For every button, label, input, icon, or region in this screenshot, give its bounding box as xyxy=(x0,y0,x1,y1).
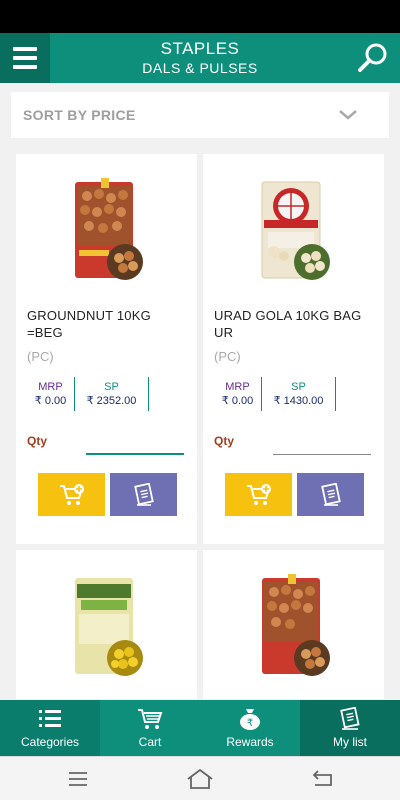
recent-apps-icon[interactable] xyxy=(63,767,93,791)
product-card[interactable] xyxy=(16,550,197,699)
mrp-label: MRP xyxy=(225,381,250,393)
mrp-value: ₹ 0.00 xyxy=(34,395,67,407)
product-name: GROUNDNUT 10KG =BEG xyxy=(27,308,151,340)
rupee-bag-icon: ₹ xyxy=(240,709,260,730)
page-title: STAPLES xyxy=(160,39,240,58)
chevron-down-icon xyxy=(339,110,357,120)
product-card[interactable] xyxy=(203,550,384,699)
price-row: MRP ₹ 0.00 SP ₹ 2352.00 xyxy=(27,377,149,411)
price-row: MRP ₹ 0.00 SP ₹ 1430.00 xyxy=(214,377,336,411)
clipboard-icon xyxy=(133,482,154,506)
product-unit: (PC) xyxy=(27,349,54,364)
search-icon[interactable] xyxy=(354,39,392,77)
qty-input[interactable] xyxy=(273,439,371,455)
svg-text:₹: ₹ xyxy=(247,718,253,729)
qty-label: Qty xyxy=(27,434,48,448)
add-to-cart-button[interactable] xyxy=(225,473,292,516)
clipboard-icon xyxy=(340,707,360,730)
qty-label: Qty xyxy=(214,434,235,448)
sp-block: SP ₹ 2352.00 xyxy=(75,377,149,411)
add-to-list-button[interactable] xyxy=(297,473,364,516)
nav-categories[interactable]: Categories xyxy=(0,700,100,756)
nav-label: My list xyxy=(333,735,367,749)
add-to-cart-button[interactable] xyxy=(38,473,105,516)
product-image xyxy=(261,574,330,676)
nav-label: Cart xyxy=(138,735,162,749)
menu-button[interactable] xyxy=(0,33,50,83)
product-unit: (PC) xyxy=(214,349,241,364)
back-icon[interactable] xyxy=(307,767,337,791)
nav-label: Rewards xyxy=(226,735,274,749)
mrp-value: ₹ 0.00 xyxy=(221,395,254,407)
nav-label: Categories xyxy=(20,735,80,749)
clipboard-icon xyxy=(320,482,341,506)
nav-rewards[interactable]: ₹ Rewards xyxy=(200,700,300,756)
sp-value: ₹ 1430.00 xyxy=(273,395,324,407)
qty-input[interactable] xyxy=(86,439,184,455)
system-nav-bar xyxy=(0,756,400,800)
product-name: URAD GOLA 10KG BAG UR xyxy=(214,308,362,340)
hamburger-icon xyxy=(13,47,37,51)
sort-label: SORT BY PRICE xyxy=(23,107,136,123)
mrp-label: MRP xyxy=(38,381,63,393)
nav-my-list[interactable]: My list xyxy=(300,700,400,756)
product-grid: GROUNDNUT 10KG =BEG (PC) MRP ₹ 0.00 SP ₹… xyxy=(16,154,384,699)
mrp-block: MRP ₹ 0.00 xyxy=(214,377,262,411)
header-titles: STAPLES DALS & PULSES xyxy=(50,33,350,83)
app-header: STAPLES DALS & PULSES xyxy=(0,33,400,83)
product-image xyxy=(261,181,330,280)
nav-cart[interactable]: Cart xyxy=(100,700,200,756)
mrp-block: MRP ₹ 0.00 xyxy=(27,377,75,411)
status-bar xyxy=(0,0,400,33)
cart-icon xyxy=(138,709,163,729)
sort-dropdown[interactable]: SORT BY PRICE xyxy=(11,92,389,138)
sp-label: SP xyxy=(291,381,306,393)
sp-block: SP ₹ 1430.00 xyxy=(262,377,336,411)
bottom-nav: Categories Cart ₹ Rewards My list xyxy=(0,700,400,756)
add-cart-icon xyxy=(59,483,84,505)
sp-label: SP xyxy=(104,381,119,393)
add-cart-icon xyxy=(246,483,271,505)
add-to-list-button[interactable] xyxy=(110,473,177,516)
product-image xyxy=(74,578,143,676)
sp-value: ₹ 2352.00 xyxy=(86,395,137,407)
product-image xyxy=(74,178,143,280)
product-card[interactable]: GROUNDNUT 10KG =BEG (PC) MRP ₹ 0.00 SP ₹… xyxy=(16,154,197,544)
product-card[interactable]: URAD GOLA 10KG BAG UR (PC) MRP ₹ 0.00 SP… xyxy=(203,154,384,544)
home-icon[interactable] xyxy=(185,767,215,791)
page-subtitle: DALS & PULSES xyxy=(142,60,258,76)
list-icon xyxy=(39,710,61,727)
